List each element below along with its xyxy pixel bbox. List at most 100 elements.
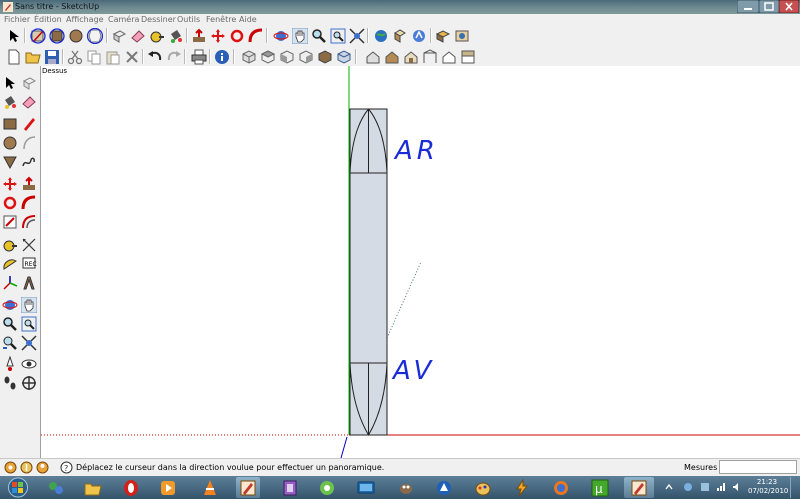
xray-style-icon[interactable]: [364, 48, 381, 65]
select-tool-icon[interactable]: [5, 27, 22, 44]
pan-hand-icon[interactable]: [291, 27, 308, 44]
paint-bucket-icon[interactable]: [1, 93, 18, 110]
text-tool-icon[interactable]: REC: [20, 255, 37, 272]
taskbar-vlc-icon[interactable]: [198, 477, 222, 498]
taskbar-opera-icon[interactable]: [119, 477, 143, 498]
menu-outils[interactable]: Outils: [177, 14, 200, 25]
geolocation-icon[interactable]: [4, 461, 17, 474]
taskbar-media-player-icon[interactable]: [156, 477, 180, 498]
follow-me-icon[interactable]: [247, 27, 264, 44]
menu-fenetre[interactable]: Fenêtre: [206, 14, 236, 25]
circle-icon[interactable]: [1, 134, 18, 151]
dimension-icon[interactable]: [20, 236, 37, 253]
tray-chevron-icon[interactable]: [664, 482, 674, 492]
protractor-icon[interactable]: [1, 255, 18, 272]
front-view-icon[interactable]: [278, 48, 295, 65]
taskbar-sketchup-icon[interactable]: [236, 477, 260, 498]
offset-icon[interactable]: [20, 213, 37, 230]
share-component-icon[interactable]: [434, 27, 451, 44]
component-icon[interactable]: [20, 74, 37, 91]
polygon-icon[interactable]: [1, 153, 18, 170]
position-camera-icon[interactable]: [1, 355, 18, 372]
drawing-canvas[interactable]: Dessus AR AV: [41, 66, 800, 458]
orbit-icon[interactable]: [1, 296, 18, 313]
top-view-icon[interactable]: [259, 48, 276, 65]
google-earth-icon[interactable]: [372, 27, 389, 44]
taskbar-sketchup-active-icon[interactable]: [624, 477, 654, 498]
eraser-icon[interactable]: [20, 93, 37, 110]
wireframe-style-icon[interactable]: [383, 48, 400, 65]
zoom-window-icon[interactable]: [329, 27, 346, 44]
taskbar-paint-icon[interactable]: [471, 477, 495, 498]
axes-icon[interactable]: [1, 274, 18, 291]
left-view-icon[interactable]: [335, 48, 352, 65]
close-button[interactable]: [779, 0, 799, 13]
taskbar-clock[interactable]: 21:23 07/02/2010: [748, 478, 788, 496]
move-icon[interactable]: [1, 175, 18, 192]
taskbar-explorer-icon[interactable]: [81, 477, 105, 498]
orbit-icon[interactable]: [272, 27, 289, 44]
undo-icon[interactable]: [146, 48, 163, 65]
paint-bucket-icon[interactable]: [167, 27, 184, 44]
menu-camera[interactable]: Caméra: [108, 14, 139, 25]
user-icon[interactable]: [36, 461, 49, 474]
follow-me-icon[interactable]: [20, 194, 37, 211]
menu-aide[interactable]: Aide: [239, 14, 257, 25]
open-folder-icon[interactable]: [24, 48, 41, 65]
taskbar-archive-icon[interactable]: [278, 477, 302, 498]
photo-textures-icon[interactable]: [453, 27, 470, 44]
section-plane-icon[interactable]: [20, 374, 37, 391]
monochrome-style-icon[interactable]: [459, 48, 476, 65]
rectangle-tool-icon[interactable]: [48, 27, 65, 44]
menu-affichage[interactable]: Affichage: [66, 14, 104, 25]
zoom-icon[interactable]: [310, 27, 327, 44]
tray-flag-icon[interactable]: [700, 482, 710, 492]
share-model-icon[interactable]: [410, 27, 427, 44]
copy-icon[interactable]: [85, 48, 102, 65]
minimize-button[interactable]: [737, 0, 759, 13]
tray-network-icon[interactable]: [716, 482, 726, 492]
start-button[interactable]: [2, 477, 34, 498]
rectangle-icon[interactable]: [1, 115, 18, 132]
select-arrow-icon[interactable]: [1, 74, 18, 91]
menu-fichier[interactable]: Fichier: [4, 14, 30, 25]
tape-measure-icon[interactable]: [1, 236, 18, 253]
redo-icon[interactable]: [165, 48, 182, 65]
freehand-icon[interactable]: [20, 153, 37, 170]
hidden-line-style-icon[interactable]: [402, 48, 419, 65]
print-icon[interactable]: [190, 48, 207, 65]
zoom-window-icon[interactable]: [20, 315, 37, 332]
shaded-style-icon[interactable]: [421, 48, 438, 65]
help-icon[interactable]: ?: [60, 461, 73, 474]
taskbar-network-app-icon[interactable]: [44, 477, 68, 498]
eraser-icon[interactable]: [129, 27, 146, 44]
arc-icon[interactable]: [20, 134, 37, 151]
model-info-icon[interactable]: [213, 48, 230, 65]
make-component-icon[interactable]: [110, 27, 127, 44]
tape-measure-icon[interactable]: [148, 27, 165, 44]
scale-icon[interactable]: [1, 213, 18, 230]
menu-dessiner[interactable]: Dessiner: [141, 14, 176, 25]
get-models-icon[interactable]: [391, 27, 408, 44]
circle-tool-icon[interactable]: [67, 27, 84, 44]
zoom-icon[interactable]: [1, 315, 18, 332]
delete-icon[interactable]: [123, 48, 140, 65]
taskbar-browser-icon[interactable]: [549, 477, 573, 498]
save-icon[interactable]: [43, 48, 60, 65]
new-file-icon[interactable]: [5, 48, 22, 65]
taskbar-messenger-icon[interactable]: [432, 477, 456, 498]
polygon-tool-icon[interactable]: [86, 27, 103, 44]
iso-view-icon[interactable]: [240, 48, 257, 65]
pencil-line-icon[interactable]: [20, 115, 37, 132]
eraser-tool-icon[interactable]: [29, 27, 46, 44]
push-pull-icon[interactable]: [20, 175, 37, 192]
tray-volume-icon[interactable]: [732, 482, 742, 492]
cut-icon[interactable]: [66, 48, 83, 65]
look-around-icon[interactable]: [20, 355, 37, 372]
move-tool-icon[interactable]: [209, 27, 226, 44]
zoom-extents-icon[interactable]: [20, 334, 37, 351]
previous-view-icon[interactable]: [1, 334, 18, 351]
zoom-extents-icon[interactable]: [348, 27, 365, 44]
3d-text-icon[interactable]: [20, 274, 37, 291]
paste-icon[interactable]: [104, 48, 121, 65]
